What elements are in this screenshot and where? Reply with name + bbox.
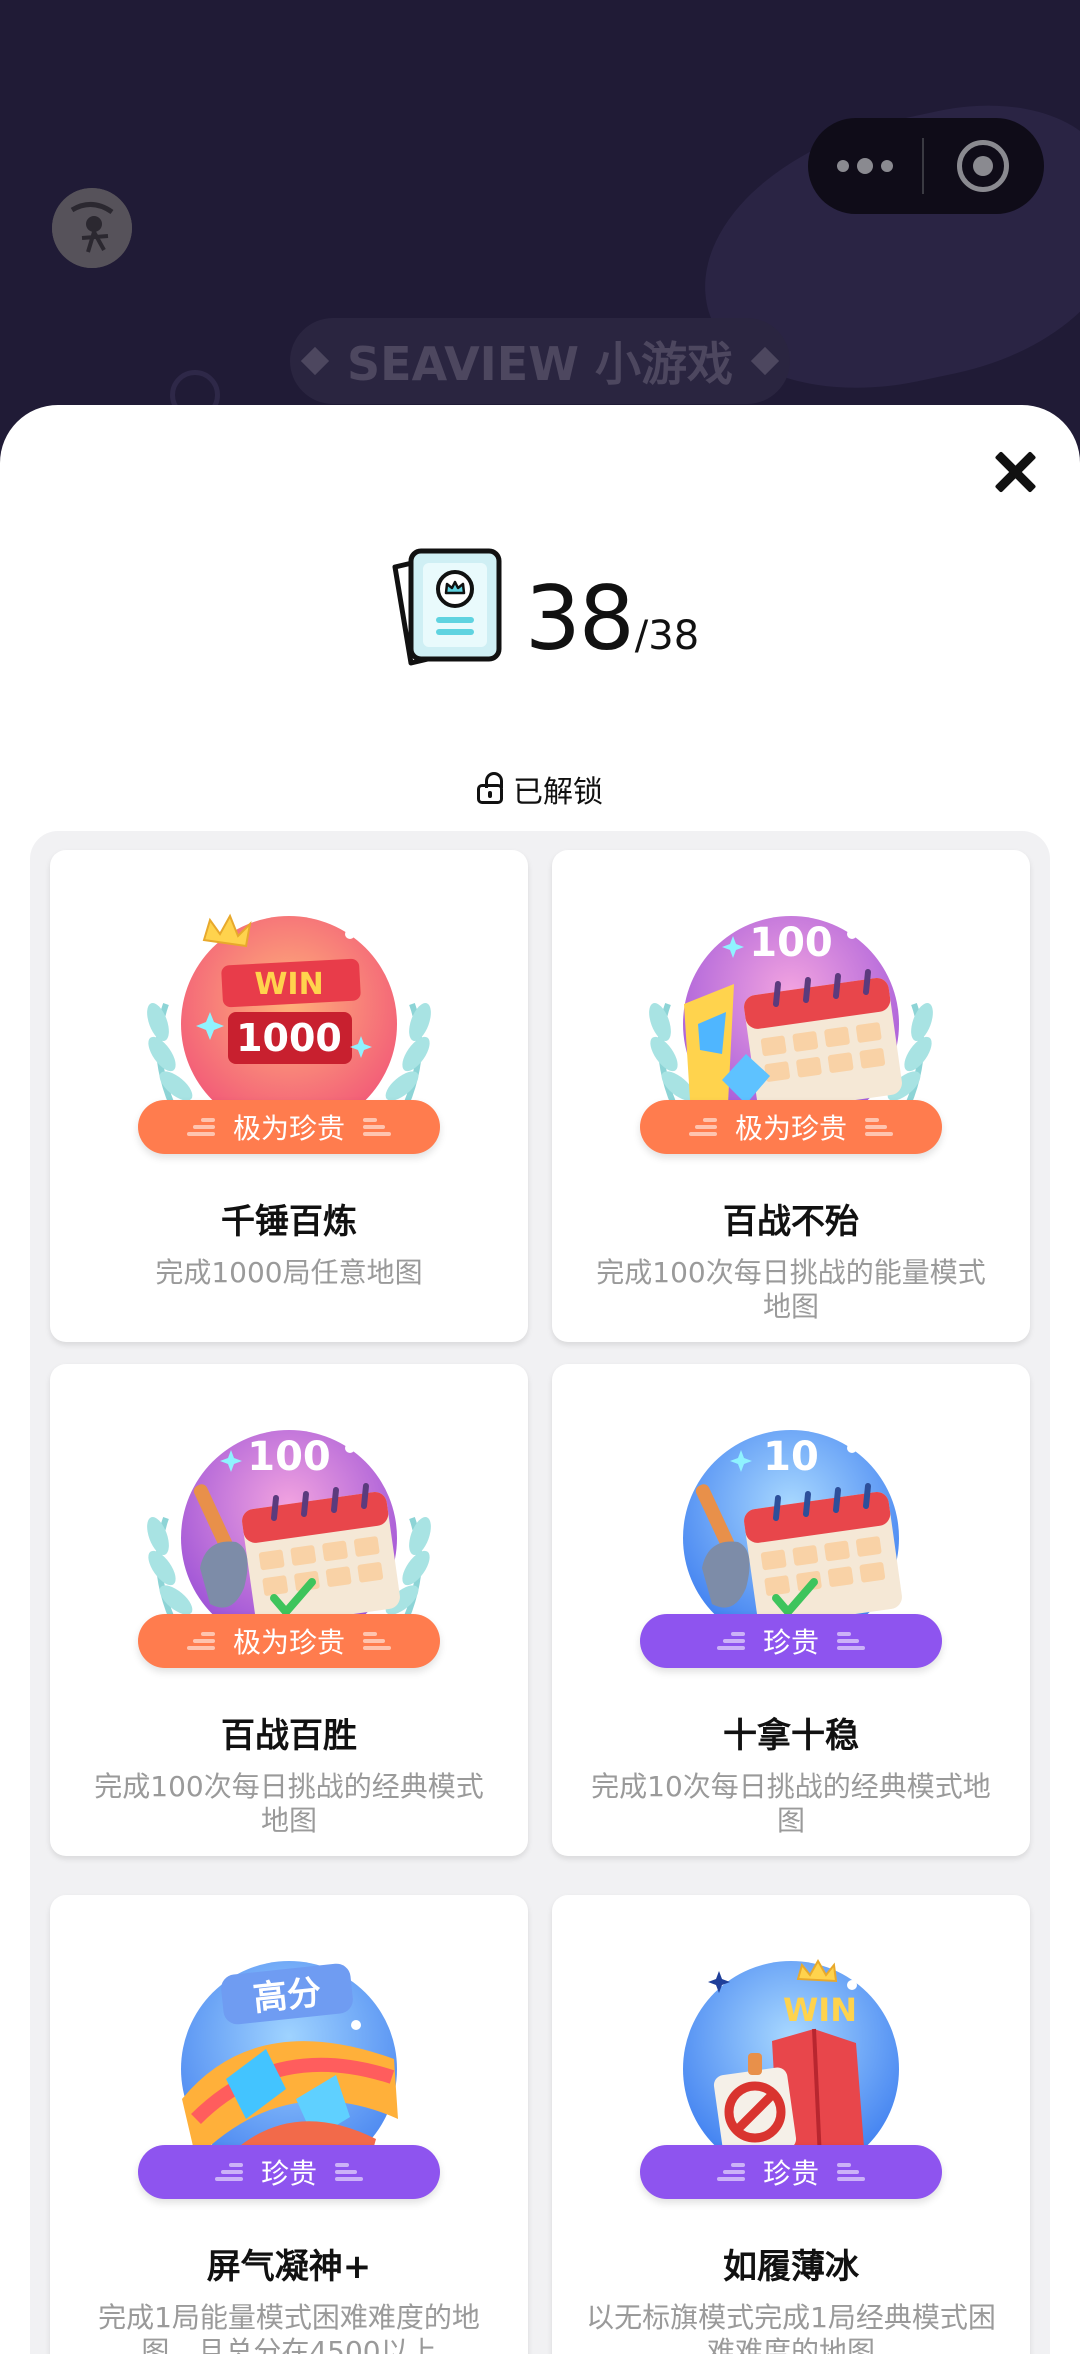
brand-text: SEAVIEW 小游戏 <box>347 337 733 391</box>
mini-program-capsule <box>808 118 1044 214</box>
achievement-cards-icon <box>392 548 502 666</box>
svg-text:1000: 1000 <box>236 1016 342 1060</box>
achievement-title: 百战不殆 <box>723 1202 859 1242</box>
brand-banner: SEAVIEW 小游戏 <box>290 318 790 404</box>
achievement-card[interactable]: 10 珍贵 十拿十稳 完成10次每日挑战的经典模式地图 <box>552 1364 1030 1856</box>
rarity-tag: 珍贵 <box>640 2145 942 2199</box>
svg-text:100: 100 <box>749 920 833 966</box>
close-icon[interactable] <box>992 449 1038 495</box>
achievement-description: 以无标旗模式完成1局经典模式困难难度的地图 <box>586 2301 996 2354</box>
svg-text:WIN: WIN <box>254 967 323 1002</box>
unlocked-filter-label: 已解锁 <box>513 775 603 810</box>
diamond-icon <box>750 346 780 376</box>
achievement-title: 十拿十稳 <box>723 1716 859 1756</box>
rarity-tag: 珍贵 <box>640 1614 942 1668</box>
achievement-title: 百战百胜 <box>221 1716 357 1756</box>
achievement-description: 完成1局能量模式困难难度的地图，且总分在4500以上 <box>98 2301 480 2354</box>
rarity-tag: 极为珍贵 <box>138 1614 440 1668</box>
svg-text:WIN: WIN <box>783 1991 857 2029</box>
achievement-title: 屏气凝神+ <box>206 2247 372 2287</box>
total-count: /38 <box>634 613 700 659</box>
diamond-icon <box>300 346 330 376</box>
achievement-card[interactable]: WIN 1000 极为珍贵 千锤百炼 完成1000局任意地图 <box>50 850 528 1342</box>
svg-text:高分: 高分 <box>251 1973 323 2020</box>
exit-target-icon <box>957 140 1009 192</box>
rarity-tag: 珍贵 <box>138 2145 440 2199</box>
svg-text:100: 100 <box>247 1434 331 1480</box>
achievement-counter: 38 /38 <box>0 545 1080 669</box>
svg-text:10: 10 <box>763 1434 819 1480</box>
rarity-tag: 极为珍贵 <box>640 1100 942 1154</box>
achievements-sheet: 38 /38 已解锁 WIN 1000 极为珍贵 千锤百炼 完成1000局任意地… <box>0 405 1080 2354</box>
more-dots-icon <box>837 160 849 172</box>
avatar[interactable] <box>52 188 132 268</box>
more-button[interactable] <box>808 118 922 214</box>
achievement-description: 完成10次每日挑战的经典模式地图 <box>591 1770 991 1837</box>
background-page: SEAVIEW 小游戏 <box>0 0 1080 460</box>
achievement-title: 千锤百炼 <box>221 1202 357 1242</box>
rarity-tag: 极为珍贵 <box>138 1100 440 1154</box>
achievement-description: 完成1000局任意地图 <box>155 1256 423 1289</box>
achievement-description: 完成100次每日挑战的经典模式地图 <box>94 1770 484 1837</box>
achievement-card[interactable]: 100 极为珍贵 百战百胜 完成100次每日挑战的经典模式地图 <box>50 1364 528 1856</box>
collected-count: 38 <box>524 567 635 670</box>
avatar-image <box>52 188 132 268</box>
achievement-description: 完成100次每日挑战的能量模式地图 <box>596 1256 986 1323</box>
achievement-card[interactable]: WIN 珍贵 如履薄冰 以无标旗模式完成1局经典模式困难难度的地图 <box>552 1895 1030 2354</box>
exit-button[interactable] <box>924 118 1042 214</box>
achievement-card[interactable]: 高分 珍贵 屏气凝神+ 完成1局能量模式困难难度的地图，且总分在4500以上 <box>50 1895 528 2354</box>
achievement-card[interactable]: 100 极为珍贵 百战不殆 完成100次每日挑战的能量模式地图 <box>552 850 1030 1342</box>
unlocked-filter[interactable]: 已解锁 <box>0 767 1080 811</box>
unlock-icon <box>477 772 503 804</box>
achievement-title: 如履薄冰 <box>723 2247 859 2287</box>
